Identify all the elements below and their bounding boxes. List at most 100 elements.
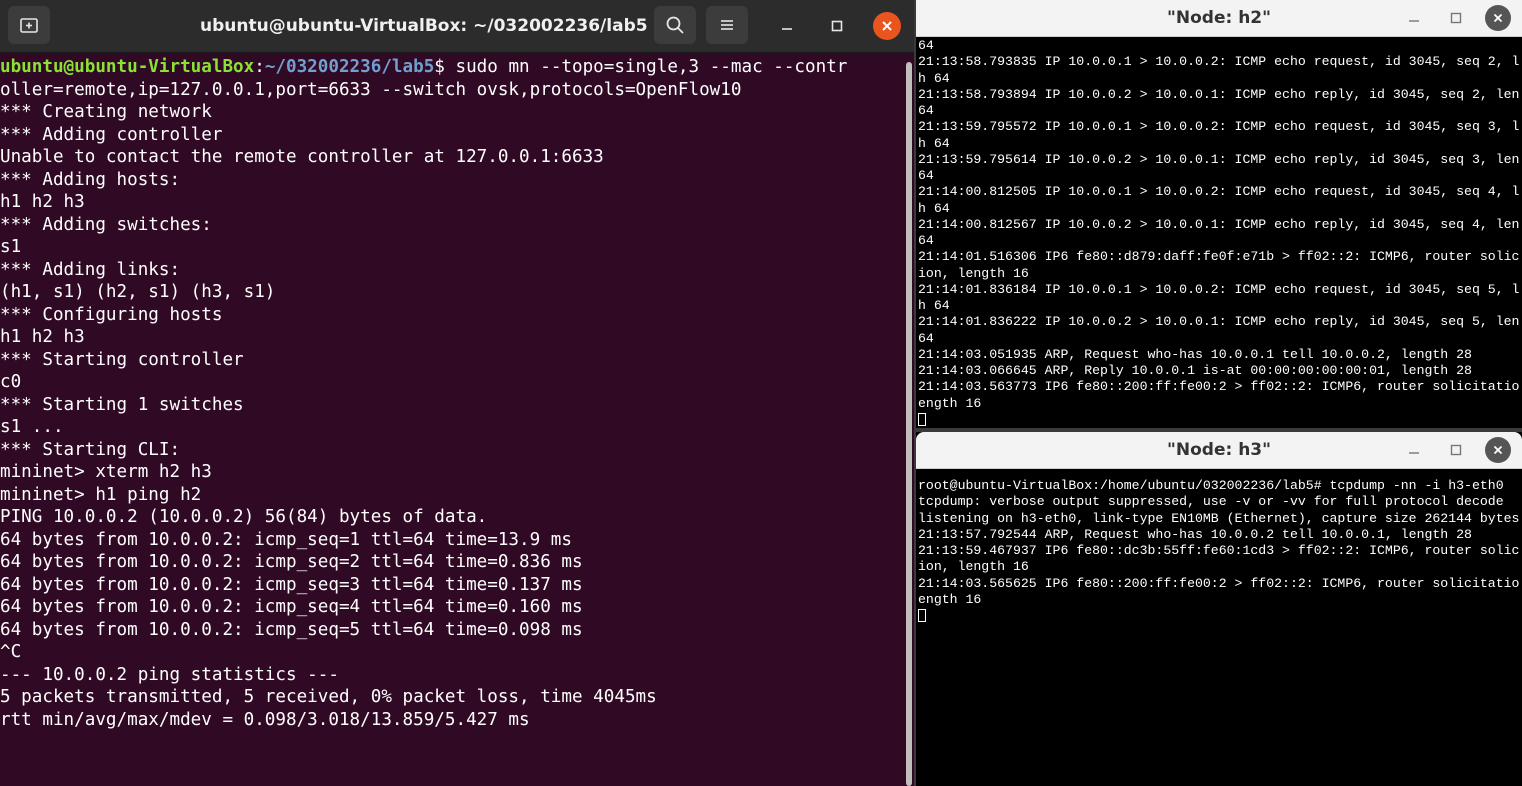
xterm-line: 21:13:59.467937 IP6 fe80::dc3b:55ff:fe60… bbox=[918, 543, 1520, 558]
xterm-line: 21:14:03.565625 IP6 fe80::200:ff:fe00:2 … bbox=[918, 575, 1520, 591]
terminal-line: *** Creating network bbox=[0, 102, 212, 122]
node-h2-window[interactable]: "Node: h2" 64 21:13:58.793835 IP 10.0.0.… bbox=[916, 0, 1522, 428]
new-tab-icon bbox=[20, 18, 38, 33]
xterm-line: 64 bbox=[918, 168, 934, 183]
node-h3-output[interactable]: root@ubuntu-VirtualBox:/home/ubuntu/0320… bbox=[918, 478, 1520, 786]
xterm-line: 21:14:03.051935 ARP, Request who-has 10.… bbox=[918, 346, 1472, 362]
terminal-titlebar[interactable]: ubuntu@ubuntu-VirtualBox: ~/032002236/la… bbox=[0, 0, 914, 53]
node-h2-maximize-button[interactable] bbox=[1442, 4, 1470, 32]
terminal-line: --- 10.0.0.2 ping statistics --- bbox=[0, 664, 339, 685]
minimize-button[interactable] bbox=[773, 12, 801, 40]
xterm-line: 21:13:58.793894 IP 10.0.0.2 > 10.0.0.1: … bbox=[918, 86, 1520, 102]
xterm-line: 21:13:57.792544 ARP, Request who-has 10.… bbox=[918, 526, 1472, 542]
terminal-line: ^C bbox=[0, 642, 22, 662]
terminal-line: *** Starting 1 switches bbox=[0, 394, 244, 415]
text-cursor bbox=[918, 609, 926, 623]
prompt-path: ~/032002236/lab5 bbox=[264, 57, 435, 77]
terminal-line: *** Adding switches: bbox=[0, 214, 212, 235]
maximize-button[interactable] bbox=[823, 12, 851, 40]
maximize-icon bbox=[831, 20, 843, 32]
terminal-line: *** Starting CLI: bbox=[0, 439, 181, 460]
xterm-line: 64 bbox=[918, 330, 934, 346]
xterm-line: 21:13:58.793835 IP 10.0.0.1 > 10.0.0.2: … bbox=[918, 54, 1520, 70]
menu-button[interactable] bbox=[706, 6, 748, 44]
terminal-line: s1 bbox=[0, 237, 22, 257]
terminal-line: *** Adding controller bbox=[0, 124, 223, 145]
xterm-line: 21:13:59.795614 IP 10.0.0.2 > 10.0.0.1: … bbox=[918, 151, 1520, 167]
terminal-line: *** Starting controller bbox=[0, 349, 244, 370]
node-h2-minimize-button[interactable] bbox=[1400, 4, 1428, 32]
minimize-icon bbox=[782, 28, 792, 30]
xterm-line: h 64 bbox=[918, 298, 950, 313]
xterm-line: ength 16 bbox=[918, 395, 982, 411]
terminal-line: *** Configuring hosts bbox=[0, 304, 223, 325]
xterm-line: 64 bbox=[918, 103, 934, 118]
terminal-output[interactable]: ubuntu@ubuntu-VirtualBox:~/032002236/lab… bbox=[0, 56, 904, 786]
terminal-line: (h1, s1) (h2, s1) (h3, s1) bbox=[0, 282, 276, 302]
xterm-line: 21:14:01.836184 IP 10.0.0.1 > 10.0.0.2: … bbox=[918, 281, 1520, 297]
terminal-line: mininet> xterm h2 h3 bbox=[0, 462, 212, 482]
terminal-scrollbar[interactable] bbox=[904, 56, 914, 786]
mininet-prompt[interactable]: rtt min/avg/max/mdev = 0.098/3.018/13.85… bbox=[0, 709, 904, 732]
search-button[interactable] bbox=[654, 6, 696, 44]
xterm-line: root@ubuntu-VirtualBox:/home/ubuntu/0320… bbox=[918, 478, 1504, 493]
terminal-line: 64 bytes from 10.0.0.2: icmp_seq=2 ttl=6… bbox=[0, 552, 583, 572]
node-h3-minimize-button[interactable] bbox=[1400, 436, 1428, 464]
search-icon bbox=[666, 16, 684, 34]
xterm-line: 21:14:00.812567 IP 10.0.0.2 > 10.0.0.1: … bbox=[918, 216, 1520, 232]
minimize-icon bbox=[1409, 452, 1419, 454]
new-tab-button[interactable] bbox=[8, 6, 50, 44]
node-h2-titlebar[interactable]: "Node: h2" bbox=[916, 0, 1522, 37]
prompt-separator: : bbox=[254, 57, 265, 77]
scrollbar-thumb[interactable] bbox=[906, 62, 912, 786]
terminal-line: 64 bytes from 10.0.0.2: icmp_seq=3 ttl=6… bbox=[0, 574, 583, 595]
terminal-line: 64 bytes from 10.0.0.2: icmp_seq=1 ttl=6… bbox=[0, 529, 572, 550]
terminal-line: oller=remote,ip=127.0.0.1,port=6633 --sw… bbox=[0, 79, 742, 100]
xterm-line: 21:14:03.066645 ARP, Reply 10.0.0.1 is-a… bbox=[918, 363, 1472, 378]
terminal-line: mininet> h1 ping h2 bbox=[0, 484, 202, 505]
terminal-line: 64 bytes from 10.0.0.2: icmp_seq=4 ttl=6… bbox=[0, 597, 583, 617]
close-icon bbox=[882, 21, 892, 31]
xterm-line: ion, length 16 bbox=[918, 559, 1029, 575]
terminal-line: Unable to contact the remote controller … bbox=[0, 147, 604, 167]
xterm-line: 64 bbox=[918, 233, 934, 248]
minimize-icon bbox=[1409, 20, 1419, 22]
hamburger-menu-icon bbox=[721, 20, 733, 30]
maximize-icon bbox=[1450, 12, 1462, 24]
xterm-line: ength 16 bbox=[918, 591, 982, 607]
xterm-line: 21:14:01.516306 IP6 fe80::d879:daff:fe0f… bbox=[918, 249, 1520, 265]
terminal-line: 5 packets transmitted, 5 received, 0% pa… bbox=[0, 687, 657, 707]
xterm-line: h 64 bbox=[918, 200, 950, 216]
terminal-line: 64 bytes from 10.0.0.2: icmp_seq=5 ttl=6… bbox=[0, 619, 583, 640]
xterm-line: 21:14:00.812505 IP 10.0.0.1 > 10.0.0.2: … bbox=[918, 184, 1520, 200]
xterm-line: 21:14:01.836222 IP 10.0.0.2 > 10.0.0.1: … bbox=[918, 314, 1520, 330]
xterm-line: listening on h3-eth0, link-type EN10MB (… bbox=[918, 510, 1520, 526]
xterm-line: 21:13:59.795572 IP 10.0.0.1 > 10.0.0.2: … bbox=[918, 119, 1520, 135]
terminal-line: PING 10.0.0.2 (10.0.0.2) 56(84) bytes of… bbox=[0, 507, 488, 527]
node-h2-output[interactable]: 64 21:13:58.793835 IP 10.0.0.1 > 10.0.0.… bbox=[918, 38, 1520, 428]
close-icon bbox=[1493, 13, 1503, 23]
node-h2-title: "Node: h2" bbox=[1167, 8, 1271, 28]
terminal-line: h1 h2 h3 bbox=[0, 192, 85, 212]
node-h3-window[interactable]: "Node: h3" root@ubuntu-VirtualBox:/home/… bbox=[916, 432, 1522, 786]
main-terminal-window[interactable]: ubuntu@ubuntu-VirtualBox: ~/032002236/la… bbox=[0, 0, 914, 786]
xterm-line: 64 bbox=[918, 38, 934, 53]
xterm-cursor-line[interactable] bbox=[918, 608, 1520, 624]
xterm-cursor-line[interactable] bbox=[918, 412, 1520, 428]
close-icon bbox=[1493, 445, 1503, 455]
xterm-line: 21:14:03.563773 IP6 fe80::200:ff:fe00:2 … bbox=[918, 379, 1520, 395]
terminal-line: h1 h2 h3 bbox=[0, 327, 85, 347]
close-button[interactable] bbox=[873, 12, 901, 40]
prompt-line: ubuntu@ubuntu-VirtualBox:~/032002236/lab… bbox=[0, 56, 904, 79]
node-h3-close-button[interactable] bbox=[1485, 437, 1511, 463]
text-cursor bbox=[918, 412, 926, 426]
node-h3-title: "Node: h3" bbox=[1167, 440, 1271, 460]
terminal-line: s1 ... bbox=[0, 417, 64, 437]
prompt-user: ubuntu@ubuntu-VirtualBox bbox=[0, 57, 255, 77]
terminal-line: *** Adding links: bbox=[0, 259, 181, 280]
node-h3-maximize-button[interactable] bbox=[1442, 436, 1470, 464]
terminal-line: *** Adding hosts: bbox=[0, 169, 181, 190]
maximize-icon bbox=[1450, 444, 1462, 456]
node-h2-close-button[interactable] bbox=[1485, 5, 1511, 31]
node-h3-titlebar[interactable]: "Node: h3" bbox=[916, 432, 1522, 469]
